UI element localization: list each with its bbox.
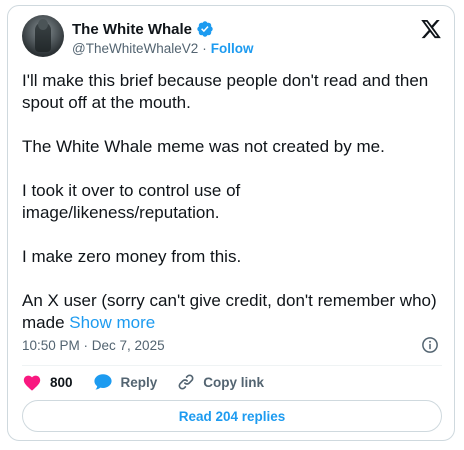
copy-link-button[interactable]: Copy link	[177, 373, 264, 391]
separator-dot: ·	[202, 41, 207, 56]
read-replies-button[interactable]: Read 204 replies	[22, 400, 442, 432]
post-timestamp[interactable]: 10:50 PM · Dec 7, 2025	[22, 338, 165, 353]
avatar-head	[38, 19, 48, 30]
post-paragraph: The White Whale meme was not created by …	[22, 137, 385, 156]
post-paragraph-last: An X user (sorry can't give credit, don'…	[22, 290, 442, 334]
post-card: The White Whale @TheWhiteWhaleV2 · Follo…	[7, 5, 455, 441]
verified-badge-icon	[196, 20, 214, 38]
show-more-link[interactable]: Show more	[69, 313, 155, 332]
author-handle-row: @TheWhiteWhaleV2 · Follow	[72, 41, 254, 56]
post-paragraph: I took it over to control use of image/l…	[22, 181, 241, 222]
info-icon[interactable]	[421, 336, 439, 354]
author-name[interactable]: The White Whale	[72, 21, 192, 38]
reply-button[interactable]: Reply	[93, 373, 158, 391]
avatar[interactable]	[22, 15, 64, 57]
like-button[interactable]: 800	[22, 373, 73, 391]
post-paragraph: I'll make this brief because people don'…	[22, 71, 429, 112]
heart-icon	[23, 375, 41, 391]
x-logo-icon[interactable]	[420, 20, 442, 40]
reply-label: Reply	[120, 374, 158, 390]
post-body: I'll make this brief because people don'…	[22, 70, 442, 334]
copy-link-label: Copy link	[203, 374, 265, 390]
author-name-row: The White Whale	[72, 20, 214, 38]
link-icon	[178, 374, 194, 390]
like-count: 800	[50, 374, 73, 390]
divider	[22, 365, 442, 366]
speech-bubble-icon	[93, 374, 112, 390]
action-bar: 800 Reply Copy link	[22, 372, 284, 392]
follow-button[interactable]: Follow	[211, 41, 254, 56]
post-paragraph: I make zero money from this.	[22, 247, 242, 266]
author-handle[interactable]: @TheWhiteWhaleV2	[72, 41, 198, 56]
